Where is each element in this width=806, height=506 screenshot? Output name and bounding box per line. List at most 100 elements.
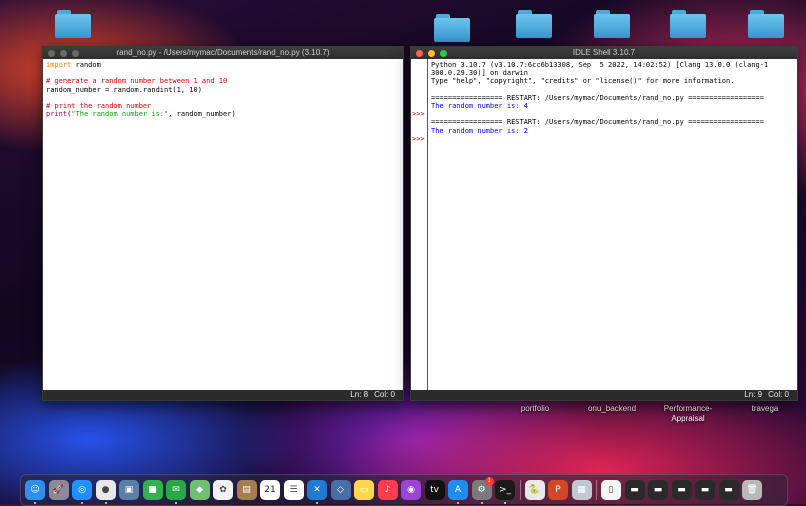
preview-icon[interactable]: ▣ [119, 480, 139, 500]
code-token: ================= RESTART: /Users/mymac/… [431, 93, 764, 102]
window-title: IDLE Shell 3.10.7 [572, 48, 636, 57]
column-number: Col: 0 [768, 390, 789, 399]
editor-code: import random # generate a random number … [46, 61, 400, 118]
minimized-window-3-icon[interactable]: ▬ [671, 480, 692, 500]
editor-statusbar: Ln: 8 Col: 0 [43, 390, 403, 400]
calendar-icon[interactable]: 21 [260, 480, 280, 500]
dock-separator [519, 480, 521, 500]
notification-badge: 1 [484, 477, 494, 486]
shell-text-area[interactable]: Python 3.10.7 (v3.10.7:6cc6b13308, Sep 5… [428, 59, 797, 390]
powerpoint-icon[interactable]: P [548, 480, 568, 500]
prompt-marker: >>> [412, 134, 425, 143]
screenshot-icon[interactable]: ▦ [571, 480, 592, 500]
shell-window: IDLE Shell 3.10.7 >>> >>> Python 3.10.7 (… [410, 46, 798, 401]
desktop-folder-icon[interactable] [55, 10, 91, 38]
photos-icon[interactable]: ✿ [213, 480, 233, 500]
trash-icon[interactable]: 🗑 [742, 480, 762, 500]
code-line: ================= RESTART: /Users/mymac/… [431, 118, 794, 126]
messages-icon[interactable]: ✉ [166, 480, 186, 500]
code-token: # generate a random number between 1 and… [46, 77, 228, 86]
prompt-marker [412, 94, 427, 102]
code-token: print [46, 110, 68, 119]
code-token: 300.0.29.30)] on darwin [431, 69, 528, 78]
notes-icon[interactable]: ▭ [354, 480, 374, 500]
code-token: "The random number is:" [71, 110, 169, 119]
code-line: 300.0.29.30)] on darwin [431, 69, 794, 77]
desktop-folder-icon[interactable] [594, 10, 630, 38]
python-launcher-icon[interactable]: 🐍 [524, 480, 545, 500]
code-token: Python 3.10.7 (v3.10.7:6cc6b13308, Sep 5… [431, 61, 769, 69]
desktop-folder-icon[interactable] [670, 10, 706, 38]
code-line: The random number is: 2 [431, 127, 794, 135]
vscode-icon[interactable]: ✕ [307, 480, 327, 500]
code-line: The random number is: 4 [431, 102, 794, 110]
podcasts-icon[interactable]: ◉ [401, 480, 421, 500]
notes-brown-icon[interactable]: ▤ [236, 480, 257, 500]
code-line: # generate a random number between 1 and… [46, 77, 400, 85]
prompt-marker [412, 61, 427, 69]
shell-titlebar[interactable]: IDLE Shell 3.10.7 [411, 47, 797, 59]
prompt-marker [412, 86, 427, 94]
shell-output: Python 3.10.7 (v3.10.7:6cc6b13308, Sep 5… [431, 61, 794, 135]
code-token: import [46, 61, 72, 69]
desktop-folder-icon[interactable] [434, 14, 470, 42]
code-token: # print the random number [46, 101, 152, 110]
window-title: rand_no.py - /Users/mymac/Documents/rand… [116, 48, 330, 57]
minimized-window-4-icon[interactable]: ▬ [695, 480, 715, 500]
code-line: random_number = random.randint(1, 10) [46, 86, 400, 94]
appstore-icon[interactable]: A [448, 480, 468, 500]
document-icon[interactable]: ▯ [601, 480, 621, 500]
desktop-folder-icon[interactable] [748, 10, 784, 38]
prompt-marker [412, 77, 427, 85]
editor-text-area[interactable]: import random # generate a random number … [43, 59, 403, 390]
code-line: Type "help", "copyright", "credits" or "… [431, 77, 794, 85]
appletv-icon[interactable]: tv [424, 480, 445, 500]
chrome-icon[interactable]: ● [95, 480, 116, 500]
desktop-label-performance[interactable]: Performance- Appraisal [656, 404, 720, 424]
minimized-window-5-icon[interactable]: ▬ [718, 480, 739, 500]
line-number: Ln: 8 [350, 390, 369, 399]
prompt-marker: >>> [412, 110, 425, 119]
launchpad-icon[interactable]: 🚀 [48, 480, 69, 500]
virtualbox-icon[interactable]: ◇ [330, 480, 351, 500]
minimized-window-1-icon[interactable]: ▬ [624, 480, 645, 500]
prompt-marker [412, 102, 427, 110]
code-token: Type "help", "copyright", "credits" or "… [431, 77, 735, 86]
prompt-gutter-text: >>> >>> [411, 59, 427, 143]
code-line: ================= RESTART: /Users/mymac/… [431, 94, 794, 102]
prompt-marker [412, 118, 427, 126]
code-token: random_number = random.randint(1, 10) [46, 85, 202, 94]
code-token: The random number is: 2 [431, 126, 528, 135]
prompt-marker [412, 69, 427, 77]
code-line: import random [46, 61, 400, 69]
shell-prompt-gutter: >>> >>> [411, 59, 428, 390]
code-token: ================= RESTART: /Users/mymac/… [431, 118, 764, 127]
reminders-icon[interactable]: ☰ [283, 480, 304, 500]
facetime-icon[interactable]: ■ [142, 480, 163, 500]
line-number: Ln: 9 [744, 390, 763, 399]
column-number: Col: 0 [374, 390, 395, 399]
editor-titlebar[interactable]: rand_no.py - /Users/mymac/Documents/rand… [43, 47, 403, 59]
desktop-label-travega[interactable]: travega [740, 404, 790, 414]
code-token: random [71, 61, 101, 69]
minimized-window-2-icon[interactable]: ▬ [648, 480, 668, 500]
desktop-label-portfolio[interactable]: portfolio [510, 404, 560, 414]
editor-window: rand_no.py - /Users/mymac/Documents/rand… [42, 46, 404, 401]
code-line: Python 3.10.7 (v3.10.7:6cc6b13308, Sep 5… [431, 61, 794, 69]
prompt-marker [412, 127, 427, 135]
dock-separator [596, 480, 597, 500]
finder-icon[interactable]: ☺ [25, 480, 45, 500]
desktop-label-onu-backend[interactable]: onu_backend [582, 404, 642, 414]
music-icon[interactable]: ♪ [377, 480, 398, 500]
code-token: , random_number) [168, 110, 236, 119]
safari-icon[interactable]: ◎ [72, 480, 92, 500]
terminal-icon[interactable]: >_ [495, 480, 515, 500]
desktop-folder-icon[interactable] [516, 10, 552, 38]
desktop-label-line: Appraisal [671, 414, 705, 423]
maps-icon[interactable]: ◆ [189, 480, 210, 500]
code-line: # print the random number [46, 102, 400, 110]
code-token: The random number is: 4 [431, 101, 528, 110]
